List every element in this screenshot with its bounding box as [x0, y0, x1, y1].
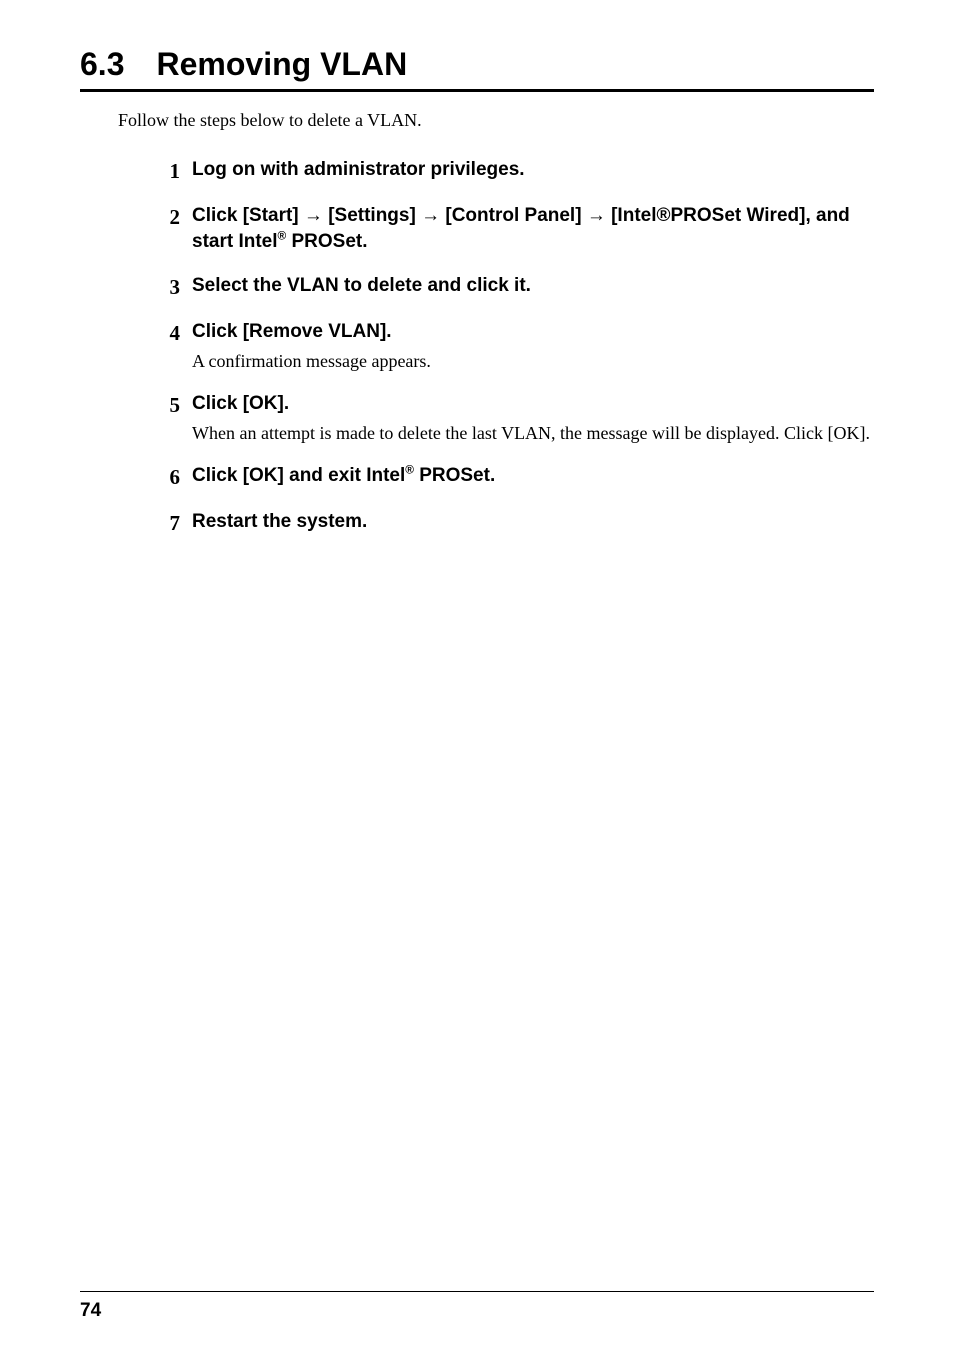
step-item: 7 Restart the system.: [150, 509, 874, 537]
step-number: 7: [150, 509, 180, 537]
section-divider: [80, 89, 874, 92]
step-item: 1 Log on with administrator privileges.: [150, 157, 874, 185]
step-number: 6: [150, 463, 180, 491]
step-number: 5: [150, 391, 180, 419]
intro-text: Follow the steps below to delete a VLAN.: [118, 110, 874, 131]
step-title: Select the VLAN to delete and click it.: [192, 273, 874, 299]
step-item: 5 Click [OK]. When an attempt is made to…: [150, 391, 874, 445]
footer-divider: [80, 1291, 874, 1292]
step-title: Log on with administrator privileges.: [192, 157, 874, 183]
step-title: Click [Start] → [Settings] → [Control Pa…: [192, 203, 874, 254]
step-item: 3 Select the VLAN to delete and click it…: [150, 273, 874, 301]
step-title: Click [Remove VLAN].: [192, 319, 874, 345]
step-title: Click [OK] and exit Intel® PROSet.: [192, 463, 874, 489]
step-item: 6 Click [OK] and exit Intel® PROSet.: [150, 463, 874, 491]
step-item: 2 Click [Start] → [Settings] → [Control …: [150, 203, 874, 254]
step-number: 1: [150, 157, 180, 185]
step-item: 4 Click [Remove VLAN]. A confirmation me…: [150, 319, 874, 373]
step-number: 4: [150, 319, 180, 347]
step-number: 2: [150, 203, 180, 231]
section-number: 6.3: [80, 46, 124, 83]
step-number: 3: [150, 273, 180, 301]
step-body: A confirmation message appears.: [192, 349, 874, 373]
step-body: When an attempt is made to delete the la…: [192, 421, 874, 445]
section-title: Removing VLAN: [156, 46, 407, 83]
steps-list: 1 Log on with administrator privileges. …: [150, 157, 874, 538]
page-number: 74: [80, 1300, 101, 1322]
step-title: Restart the system.: [192, 509, 874, 535]
section-header: 6.3 Removing VLAN: [80, 46, 874, 83]
step-title: Click [OK].: [192, 391, 874, 417]
